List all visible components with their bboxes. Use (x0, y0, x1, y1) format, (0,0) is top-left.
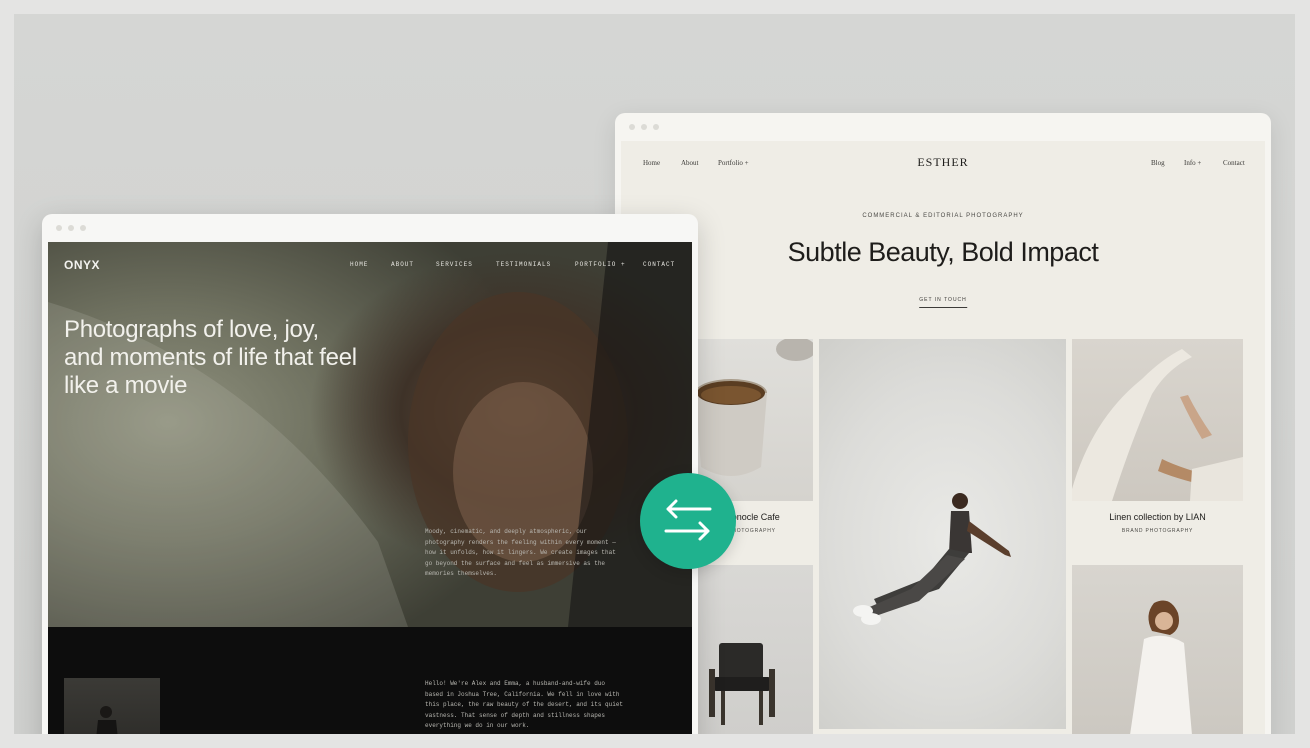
swap-templates-button[interactable] (640, 473, 736, 569)
window-titlebar (42, 214, 698, 242)
showcase-canvas: Home About Portfolio + ESTHER Blog Info … (14, 14, 1295, 734)
nav-blog[interactable]: Blog (1151, 159, 1165, 167)
esther-headline: Subtle Beauty, Bold Impact (787, 237, 1099, 267)
about-photo-thumbnail (64, 678, 160, 734)
onyx-intro-text: Moody, cinematic, and deeply atmospheric… (425, 528, 616, 577)
esther-browser-window: Home About Portfolio + ESTHER Blog Info … (615, 113, 1271, 734)
nav-contact[interactable]: CONTACT (643, 261, 675, 268)
window-close-dot[interactable] (629, 124, 635, 130)
nav-info[interactable]: Info + (1184, 159, 1201, 167)
window-close-dot[interactable] (56, 225, 62, 231)
caption-title[interactable]: Linen collection by LIAN (1072, 512, 1243, 522)
window-maximize-dot[interactable] (80, 225, 86, 231)
get-in-touch-link[interactable]: GET IN TOUCH (919, 297, 967, 308)
caption-subtitle: BRAND PHOTOGRAPHY (1121, 528, 1194, 534)
gallery-image-chair[interactable] (691, 565, 813, 734)
window-minimize-dot[interactable] (68, 225, 74, 231)
window-maximize-dot[interactable] (653, 124, 659, 130)
nav-testimonials[interactable]: TESTIMONIALS (496, 261, 551, 268)
esther-eyebrow: COMMERCIAL & EDITORIAL PHOTOGRAPHY (862, 213, 1024, 219)
gallery-caption-linen: Linen collection by LIAN BRAND PHOTOGRAP… (1072, 512, 1243, 534)
gallery-image-coffee[interactable] (691, 339, 813, 501)
esther-nav: Home About Portfolio + ESTHER Blog Info … (621, 153, 1265, 173)
onyx-logo[interactable]: ONYX (64, 258, 100, 272)
nav-contact[interactable]: Contact (1223, 159, 1245, 167)
esther-logo[interactable]: ESTHER (621, 155, 1265, 170)
nav-portfolio[interactable]: PORTFOLIO + (575, 261, 626, 268)
nav-services[interactable]: SERVICES (436, 261, 473, 268)
nav-home[interactable]: HOME (350, 261, 368, 268)
onyx-site: ONYX HOME ABOUT SERVICES TESTIMONIALS PO… (48, 242, 692, 734)
gallery-image-linen[interactable] (1072, 339, 1243, 501)
onyx-headline: Photographs of love, joy, and moments of… (64, 316, 357, 399)
hero-image-bride-veil: ONYX HOME ABOUT SERVICES TESTIMONIALS PO… (48, 242, 692, 627)
window-titlebar (615, 113, 1271, 141)
swap-arrows-icon (664, 499, 712, 541)
onyx-about-text: Hello! We're Alex and Emma, a husband-an… (425, 680, 624, 729)
nav-about[interactable]: ABOUT (391, 261, 414, 268)
onyx-browser-window: ONYX HOME ABOUT SERVICES TESTIMONIALS PO… (42, 214, 698, 734)
gallery-image-woman-white[interactable] (1072, 565, 1243, 734)
window-minimize-dot[interactable] (641, 124, 647, 130)
esther-site: Home About Portfolio + ESTHER Blog Info … (621, 141, 1265, 734)
gallery-image-model-floor[interactable] (819, 339, 1066, 729)
